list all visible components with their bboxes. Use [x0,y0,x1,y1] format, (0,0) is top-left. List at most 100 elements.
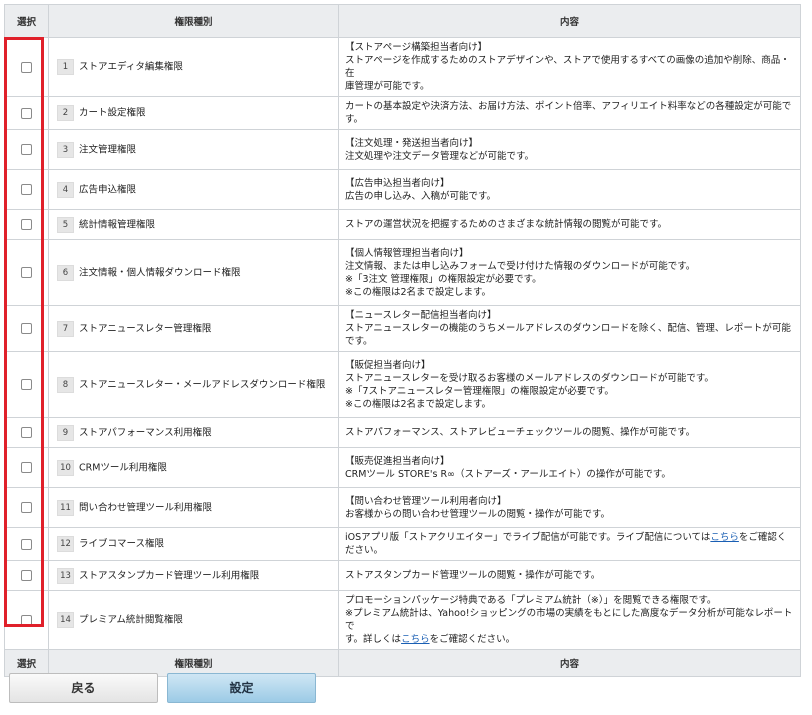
permission-type-cell: 6 注文情報・個人情報ダウンロード権限 [48,239,339,306]
permission-type-cell: 8 ストアニュースレター・メールアドレスダウンロード権限 [48,351,339,418]
description-text: 【販売促進担当者向け】 [345,455,450,467]
description-text: iOSアプリ版「ストアクリエイター」でライブ配信が可能です。ライブ配信については [345,532,711,543]
description-text: ストアニュースレターを受け取るお客様のメールアドレスのダウンロードが可能です。 [345,372,714,384]
permission-number-badge: 9 [57,424,74,441]
description-line: 【販売促進担当者向け】 [345,455,794,468]
permission-row: 12 ライブコマース権限 iOSアプリ版「ストアクリエイター」でライブ配信が可能です… [4,527,801,561]
description-line: ストアニュースレターの機能のうちメールアドレスのダウンロードを除く、配信、管理、… [345,322,794,348]
permissions-table: 選択 権限種別 内容 1 ストアエディタ編集権限 【ストアページ構築担当者向け】スト… [4,4,801,677]
permission-type-cell: 11 問い合わせ管理ツール利用権限 [48,487,339,528]
permission-type-cell: 10 CRMツール利用権限 [48,447,339,488]
table-header-row: 選択 権限種別 内容 [4,4,801,38]
permission-checkbox[interactable] [21,61,32,73]
description-text: ※「7ストアニュースレター管理権限」の権限設定が必要です。 [345,385,614,397]
description-line: CRMツール STORE's R∞（ストアーズ・アールエイト）の操作が可能です。 [345,468,794,481]
description-text: お客様からの問い合わせ管理ツールの閲覧・操作が可能です。 [345,508,611,520]
description-text: プロモーションパッケージ特典である「プレミアム統計（※）」を閲覧できる権限です。 [345,595,717,606]
description-line: 【ニュースレター配信担当者向け】 [345,309,794,322]
footer-content: 内容 [338,649,801,677]
description-line: ※プレミアム統計は、Yahoo!ショッピングの市場の実績をもとにした高度なデータ… [345,607,794,633]
permission-checkbox[interactable] [21,184,32,195]
description-text: ストアページを作成するためのストアデザインや、ストアで使用するすべての画像の追加… [345,55,790,79]
description-line: iOSアプリ版「ストアクリエイター」でライブ配信が可能です。ライブ配信については… [345,531,794,557]
description-line: ストアニュースレターを受け取るお客様のメールアドレスのダウンロードが可能です。 [345,372,794,385]
permission-row: 4 広告申込権限 【広告申込担当者向け】 広告の申し込み、入稿が可能です。 [4,169,801,210]
permission-number-badge: 12 [57,536,74,552]
select-cell [4,447,49,488]
description-text: 注文処理や注文データ管理などが可能です。 [345,150,535,162]
description-line: お客様からの問い合わせ管理ツールの閲覧・操作が可能です。 [345,508,794,521]
description-text: 【ストアページ構築担当者向け】 [345,42,488,53]
permission-row: 1 ストアエディタ編集権限 【ストアページ構築担当者向け】ストアページを作成するため… [4,37,801,97]
permission-checkbox[interactable] [21,538,32,550]
permission-name: ライブコマース権限 [79,538,165,550]
permission-checkbox[interactable] [21,219,32,230]
permission-description-cell: プロモーションパッケージ特典である「プレミアム統計（※）」を閲覧できる権限です。… [338,590,801,650]
permission-name: ストアニュースレター・メールアドレスダウンロード権限 [79,379,326,390]
permission-checkbox[interactable] [21,462,32,473]
back-button[interactable]: 戻る [9,673,158,703]
details-link[interactable]: こちら [401,634,430,645]
permission-checkbox[interactable] [21,323,32,334]
description-text: ストアの運営状況を把握するためのさまざまな統計情報の閲覧が可能です。 [345,219,668,230]
permission-description-cell: 【ニュースレター配信担当者向け】 ストアニュースレターの機能のうちメールアドレスの… [338,305,801,352]
description-text: 【広告申込担当者向け】 [345,177,450,189]
permission-type-cell: 2 カート設定権限 [48,96,339,130]
permission-number-badge: 11 [57,499,74,516]
permission-checkbox[interactable] [21,107,32,119]
permission-checkbox[interactable] [21,427,32,438]
permission-row: 6 注文情報・個人情報ダウンロード権限 【個人情報管理担当者向け】 注文情報、または申… [4,239,801,306]
description-line: ストアパフォーマンス、ストアレビューチェックツールの閲覧、操作が可能です。 [345,426,794,439]
permission-name: カート設定権限 [79,107,146,119]
header-content: 内容 [338,4,801,38]
description-line: 【注文処理・発送担当者向け】 [345,137,794,150]
description-line: カートの基本設定や決済方法、お届け方法、ポイント倍率、アフィリエイト料率などの各… [345,100,794,126]
permission-number-badge: 5 [57,216,74,233]
description-line: 広告の申し込み、入稿が可能です。 [345,190,794,203]
description-line: 【販促担当者向け】 [345,359,794,372]
permission-number-badge: 10 [57,459,74,476]
permission-number-badge: 3 [57,141,74,158]
permission-name: ストアスタンプカード管理ツール利用権限 [79,570,260,581]
permission-checkbox[interactable] [21,267,32,278]
description-line: ※「3注文 管理権限」の権限設定が必要です。 [345,273,794,286]
select-cell [4,239,49,306]
description-line: ストアスタンプカード管理ツールの閲覧・操作が可能です。 [345,569,794,582]
description-text: CRMツール STORE's R∞（ストアーズ・アールエイト）の操作が可能です。 [345,468,671,480]
select-cell [4,96,49,130]
select-cell [4,351,49,418]
description-line: 注文情報、または申し込みフォームで受け付けた情報のダウンロードが可能です。 [345,260,794,273]
details-link[interactable]: こちら [710,532,739,543]
permission-checkbox[interactable] [21,614,32,626]
permission-row: 14 プレミアム統計閲覧権限 プロモーションパッケージ特典である「プレミアム統計（※… [4,590,801,650]
permission-row: 9 ストアパフォーマンス利用権限 ストアパフォーマンス、ストアレビューチェックツール… [4,417,801,448]
permission-name: CRMツール利用権限 [79,462,167,473]
permission-type-cell: 5 統計情報管理権限 [48,209,339,240]
permission-type-cell: 1 ストアエディタ編集権限 [48,37,339,97]
permission-type-cell: 14 プレミアム統計閲覧権限 [48,590,339,650]
description-text: 【個人情報管理担当者向け】 [345,247,469,259]
description-line: 【個人情報管理担当者向け】 [345,247,794,260]
select-cell [4,305,49,352]
set-button[interactable]: 設定 [167,673,316,703]
permission-checkbox[interactable] [21,144,32,155]
select-cell [4,129,49,170]
description-line: す。詳しくはこちらをご確認ください。 [345,633,794,646]
description-line: プロモーションパッケージ特典である「プレミアム統計（※）」を閲覧できる権限です。 [345,594,794,607]
permission-number-badge: 2 [57,105,74,121]
permission-checkbox[interactable] [21,379,32,390]
permission-description-cell: 【問い合わせ管理ツール利用者向け】 お客様からの問い合わせ管理ツールの閲覧・操作が… [338,487,801,528]
permission-checkbox[interactable] [21,502,32,513]
description-line: 【広告申込担当者向け】 [345,177,794,190]
description-text: 【問い合わせ管理ツール利用者向け】 [345,495,507,507]
description-line: ※この権限は2名まで設定します。 [345,398,794,411]
description-line: ※「7ストアニュースレター管理権限」の権限設定が必要です。 [345,385,794,398]
permission-checkbox[interactable] [21,570,32,581]
permission-description-cell: 【注文処理・発送担当者向け】 注文処理や注文データ管理などが可能です。 [338,129,801,170]
description-text: ※プレミアム統計は、Yahoo!ショッピングの市場の実績をもとにした高度なデータ… [345,608,793,632]
permission-row: 2 カート設定権限 カートの基本設定や決済方法、お届け方法、ポイント倍率、アフィリエ… [4,96,801,130]
description-text: ストアパフォーマンス、ストアレビューチェックツールの閲覧、操作が可能です。 [345,427,696,438]
description-text: ※この権限は2名まで設定します。 [345,398,492,410]
description-text: 【ニュースレター配信担当者向け】 [345,310,497,321]
select-cell [4,560,49,591]
